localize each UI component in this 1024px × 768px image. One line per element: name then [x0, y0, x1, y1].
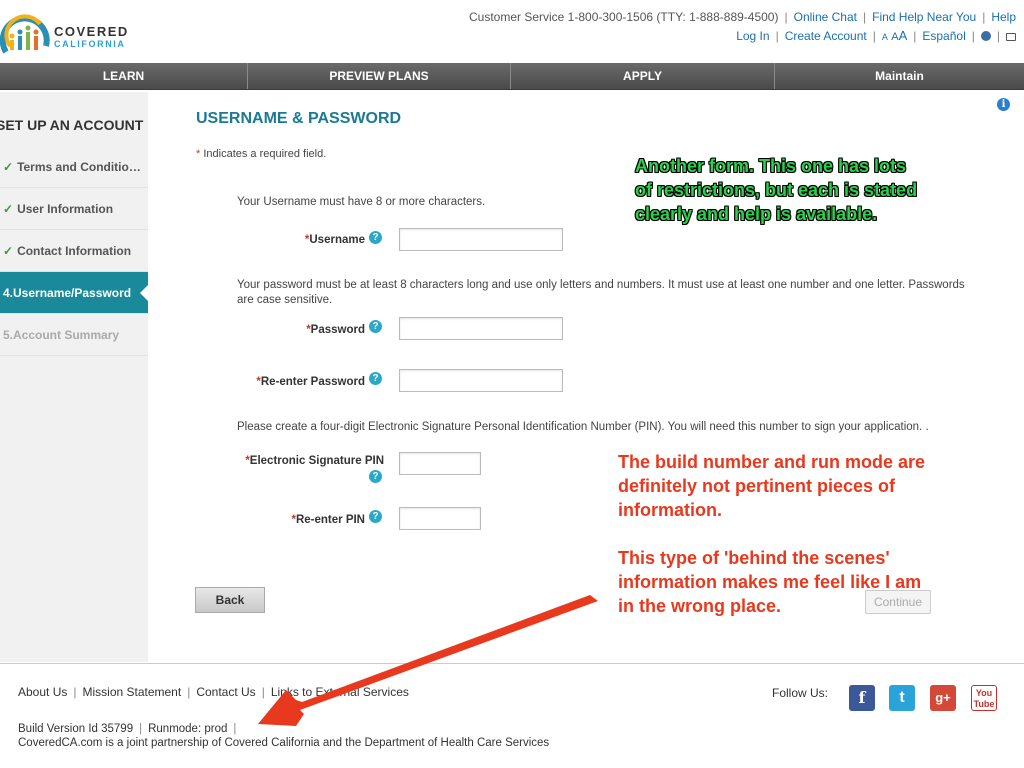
print-icon[interactable] — [1006, 33, 1016, 41]
pin-input[interactable] — [399, 452, 481, 475]
info-icon[interactable]: i — [997, 98, 1010, 111]
main-navigation: LEARN PREVIEW PLANS APPLY Maintain — [0, 63, 1024, 90]
reenter-pin-label: *Re-enter PIN — [291, 514, 365, 526]
sidebar-item-user-information[interactable]: ✓ User Information — [0, 188, 148, 230]
required-field-note: * Indicates a required field. — [196, 148, 327, 160]
utility-bar-top: Customer Service 1-800-300-1506 (TTY: 1-… — [468, 10, 1016, 24]
mission-statement-link[interactable]: Mission Statement — [82, 685, 181, 699]
sidebar-item-label: User Information — [17, 201, 114, 216]
nav-maintain[interactable]: Maintain — [775, 63, 1024, 89]
customer-service-text: Customer Service 1-800-300-1506 (TTY: 1-… — [468, 10, 779, 24]
espanol-link[interactable]: Español — [922, 29, 965, 43]
sidebar-item-account-summary: 5.Account Summary — [0, 314, 148, 356]
pin-label: *Electronic Signature PIN — [245, 455, 384, 467]
reenter-pin-input[interactable] — [399, 507, 481, 530]
help-link[interactable]: Help — [991, 10, 1016, 24]
online-chat-link[interactable]: Online Chat — [794, 10, 857, 24]
find-help-link[interactable]: Find Help Near You — [872, 10, 976, 24]
username-instruction: Your Username must have 8 or more charac… — [237, 196, 486, 208]
text-size-small-button[interactable]: A — [882, 32, 888, 42]
username-label: *Username — [304, 234, 365, 246]
password-help-icon[interactable]: ? — [369, 320, 382, 333]
text-size-large-button[interactable]: A — [899, 28, 908, 43]
build-info: Build Version Id 35799 | Runmode: prod | Co… — [18, 723, 550, 749]
external-services-link[interactable]: Links to External Services — [271, 685, 409, 699]
logo-text-covered: COVERED — [54, 24, 129, 39]
reenter-password-label: *Re-enter Password — [256, 376, 365, 388]
green-annotation: Another form. This one has lots of restr… — [635, 156, 918, 224]
sidebar-title: SET UP AN ACCOUNT — [0, 117, 144, 133]
follow-us-label: Follow Us: — [772, 686, 829, 700]
sidebar-item-contact-information[interactable]: ✓ Contact Information — [0, 230, 148, 272]
covered-california-logo[interactable]: COVERED CALIFORNIA — [0, 6, 140, 56]
sidebar-item-label: Terms and Conditio… — [17, 159, 141, 174]
sidebar-item-label: 5.Account Summary — [3, 327, 120, 342]
log-in-link[interactable]: Log In — [736, 29, 769, 43]
page-title: USERNAME & PASSWORD — [196, 110, 402, 127]
sidebar-item-terms[interactable]: ✓ Terms and Conditio… — [0, 146, 148, 188]
back-button[interactable]: Back — [195, 587, 265, 613]
account-steps-sidebar: SET UP AN ACCOUNT ✓ Terms and Conditio… ✓… — [0, 92, 149, 662]
create-account-link[interactable]: Create Account — [785, 29, 867, 43]
youtube-icon[interactable]: You Tube — [971, 685, 997, 711]
utility-bar-bottom: Log In | Create Account | A AA | Español | | — [736, 28, 1016, 43]
pin-instruction: Please create a four-digit Electronic Si… — [237, 421, 929, 433]
nav-apply[interactable]: APPLY — [511, 63, 775, 89]
checkmark-icon: ✓ — [3, 201, 14, 216]
sidebar-item-label: 4.Username/Password — [3, 285, 132, 300]
contact-us-link[interactable]: Contact Us — [196, 685, 255, 699]
username-help-icon[interactable]: ? — [369, 231, 382, 244]
globe-icon[interactable] — [980, 31, 991, 41]
nav-preview-plans[interactable]: PREVIEW PLANS — [248, 63, 511, 89]
reenter-password-help-icon[interactable]: ? — [369, 372, 382, 385]
build-version: Build Version Id 35799 — [18, 723, 134, 735]
twitter-icon[interactable]: t — [889, 685, 915, 711]
footer-divider — [0, 663, 1024, 664]
sidebar-item-username-password[interactable]: 4.Username/Password — [0, 272, 149, 314]
facebook-icon[interactable]: f — [849, 685, 875, 711]
text-size-medium-button[interactable]: A — [891, 31, 898, 43]
logo-text-california: CALIFORNIA — [54, 39, 126, 49]
checkmark-icon: ✓ — [3, 243, 14, 258]
partnership-text: CoveredCA.com is a joint partnership of … — [18, 737, 550, 749]
username-input[interactable] — [399, 228, 563, 251]
reenter-pin-help-icon[interactable]: ? — [369, 510, 382, 523]
red-annotation-behind-scenes: This type of 'behind the scenes' informa… — [618, 548, 922, 616]
password-label: *Password — [306, 324, 365, 336]
reenter-password-input[interactable] — [399, 369, 563, 392]
footer-links: About Us | Mission Statement | Contact Us | Li… — [18, 685, 409, 699]
password-instruction: Your password must be at least 8 charact… — [237, 279, 965, 306]
runmode: Runmode: prod — [148, 723, 228, 735]
pin-help-icon[interactable]: ? — [369, 470, 382, 483]
google-plus-icon[interactable]: g+ — [930, 685, 956, 711]
red-annotation-build: The build number and run mode are defini… — [618, 452, 926, 520]
password-input[interactable] — [399, 317, 563, 340]
about-us-link[interactable]: About Us — [18, 685, 67, 699]
sidebar-item-label: Contact Information — [17, 243, 132, 258]
nav-learn[interactable]: LEARN — [0, 63, 248, 89]
logo-icon — [0, 14, 50, 54]
checkmark-icon: ✓ — [3, 159, 14, 174]
